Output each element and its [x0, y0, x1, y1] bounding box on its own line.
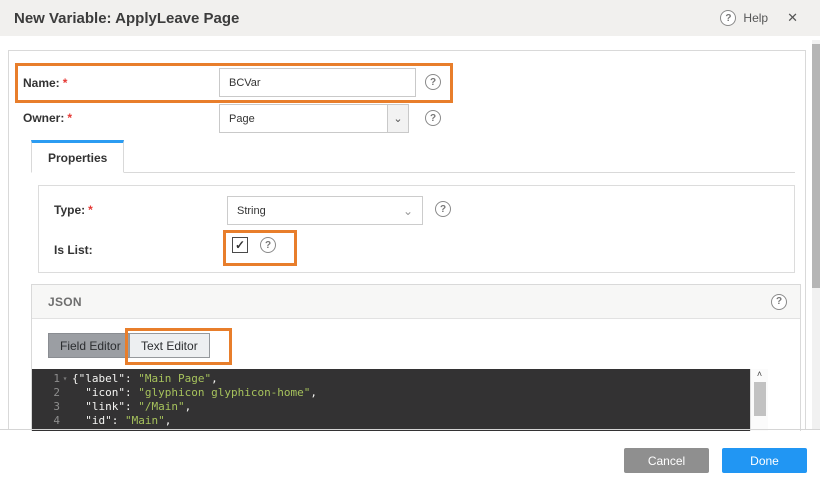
code-line[interactable]: 4 "id": "Main", — [32, 414, 750, 428]
tab-label: Properties — [48, 151, 107, 165]
dialog-header: New Variable: ApplyLeave Page ? Help ✕ — [0, 0, 820, 36]
type-select-value: String — [228, 205, 403, 217]
tab-bar: Properties — [31, 143, 795, 173]
fold-spacer — [60, 414, 70, 428]
code-text: "link": "/Main", — [70, 400, 191, 414]
header-actions: ? Help ✕ — [720, 0, 798, 36]
fold-spacer — [60, 386, 70, 400]
scroll-up-icon[interactable]: ˄ — [751, 369, 768, 379]
close-icon[interactable]: ✕ — [787, 10, 798, 26]
name-help-icon[interactable]: ? — [425, 74, 441, 90]
name-label: Name:* — [23, 76, 67, 90]
json-section-title: JSON — [48, 295, 82, 309]
new-variable-dialog: New Variable: ApplyLeave Page ? Help ✕ N… — [0, 0, 820, 489]
help-link[interactable]: Help — [743, 11, 768, 25]
help-icon[interactable]: ? — [720, 10, 736, 26]
type-help-icon[interactable]: ? — [435, 201, 451, 217]
owner-select[interactable]: Page ⌄ — [219, 104, 409, 133]
code-text: {"label": "Main Page", — [70, 372, 218, 386]
json-help-icon[interactable]: ? — [771, 294, 787, 310]
name-input[interactable] — [219, 68, 416, 97]
line-number: 4 — [32, 414, 60, 428]
owner-help-icon[interactable]: ? — [425, 110, 441, 126]
code-text: "icon": "glyphicon glyphicon-home", — [70, 386, 317, 400]
line-number: 2 — [32, 386, 60, 400]
text-editor-button[interactable]: Text Editor — [129, 333, 210, 358]
check-icon: ✓ — [235, 238, 245, 252]
fold-spacer — [60, 400, 70, 414]
owner-select-value: Page — [220, 113, 387, 125]
required-asterisk: * — [63, 76, 68, 90]
is-list-label: Is List: — [54, 243, 93, 257]
dialog-scrollbar-thumb[interactable] — [812, 44, 820, 288]
code-text: "id": "Main", — [70, 414, 171, 428]
cancel-button[interactable]: Cancel — [624, 448, 709, 473]
required-asterisk: * — [88, 203, 93, 217]
code-line[interactable]: 2 "icon": "glyphicon glyphicon-home", — [32, 386, 750, 400]
dialog-scrollbar[interactable] — [812, 40, 820, 429]
properties-panel: Type:* String ⌄ ? Is List: ✓ ? — [38, 185, 795, 273]
dialog-title: New Variable: ApplyLeave Page — [14, 10, 239, 27]
is-list-checkbox[interactable]: ✓ — [232, 237, 248, 253]
json-section-header: JSON ? — [32, 285, 800, 319]
line-number: 3 — [32, 400, 60, 414]
tab-properties[interactable]: Properties — [31, 140, 124, 173]
required-asterisk: * — [67, 111, 72, 125]
code-line[interactable]: 1▾{"label": "Main Page", — [32, 372, 750, 386]
field-editor-button[interactable]: Field Editor — [48, 333, 133, 358]
json-section: JSON ? Field Editor Text Editor 1▾{"labe… — [31, 284, 801, 431]
json-code-lines[interactable]: 1▾{"label": "Main Page",2 "icon": "glyph… — [32, 369, 750, 431]
code-line[interactable]: 3 "link": "/Main", — [32, 400, 750, 414]
json-code-editor[interactable]: 1▾{"label": "Main Page",2 "icon": "glyph… — [32, 369, 768, 431]
chevron-down-icon[interactable]: ⌄ — [387, 105, 408, 132]
chevron-down-icon: ⌄ — [403, 204, 422, 218]
owner-label: Owner:* — [23, 111, 72, 125]
is-list-help-icon[interactable]: ? — [260, 237, 276, 253]
body-footer-divider — [0, 429, 820, 430]
fold-arrow-icon[interactable]: ▾ — [60, 372, 70, 386]
type-select[interactable]: String ⌄ — [227, 196, 423, 225]
editor-scrollbar-thumb[interactable] — [754, 382, 766, 416]
done-button[interactable]: Done — [722, 448, 807, 473]
type-label: Type:* — [54, 203, 93, 217]
editor-scrollbar[interactable]: ˄ — [750, 369, 768, 431]
line-number: 1 — [32, 372, 60, 386]
variable-form-panel: Name:* ? Owner:* Page ⌄ ? Properties Typ… — [8, 50, 806, 430]
